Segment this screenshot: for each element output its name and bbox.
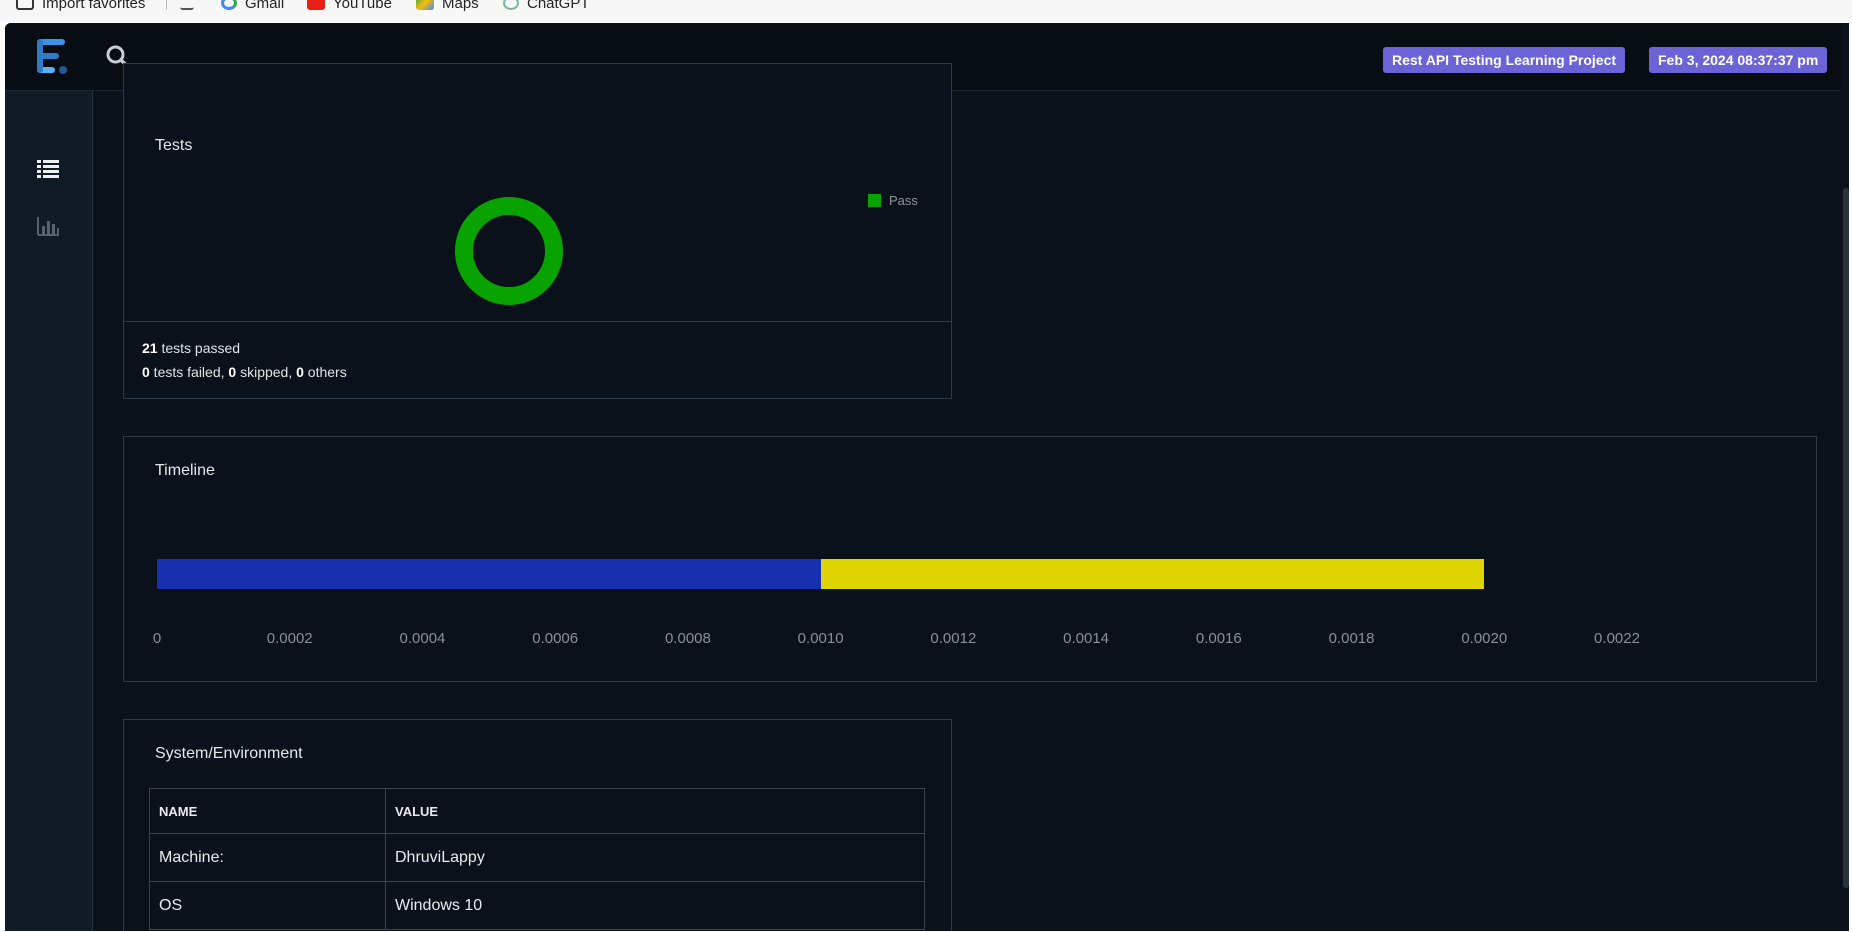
import-icon bbox=[16, 0, 34, 10]
tests-doughnut-chart bbox=[455, 197, 563, 305]
bookmark-maps[interactable]: Maps bbox=[416, 0, 479, 12]
tests-chart-legend[interactable]: Pass bbox=[868, 193, 918, 208]
project-name-badge: Rest API Testing Learning Project bbox=[1383, 47, 1626, 73]
report-date-badge: Feb 3, 2024 08:37:37 pm bbox=[1649, 47, 1828, 73]
bookmark-gmail[interactable]: Gmail bbox=[221, 0, 284, 12]
bar-chart-icon[interactable] bbox=[35, 215, 61, 237]
table-header-row: NAME VALUE bbox=[149, 788, 925, 834]
environment-card: System/Environment NAME VALUE Machine: D… bbox=[123, 719, 952, 931]
passed-label: tests passed bbox=[157, 340, 241, 356]
tests-card-title: Tests bbox=[155, 137, 193, 154]
bookmark-label: Import favorites bbox=[42, 0, 146, 12]
env-value-cell: Windows 10 bbox=[385, 881, 925, 930]
pass-slice bbox=[455, 197, 563, 305]
chatgpt-icon bbox=[503, 0, 519, 10]
timeline-bar-segment-1 bbox=[157, 559, 821, 589]
timeline-bar-segment-2 bbox=[820, 559, 1485, 589]
tests-passed-line: 21 tests passed bbox=[142, 336, 347, 360]
timeline-x-tick-label: 0.0022 bbox=[1594, 630, 1640, 647]
bookmark-separator bbox=[166, 0, 167, 10]
bookmark-youtube[interactable]: YouTube bbox=[307, 0, 392, 12]
bookmark-chatgpt[interactable]: ChatGPT bbox=[503, 0, 590, 12]
extent-logo-icon[interactable] bbox=[33, 35, 73, 79]
timeline-x-tick-label: 0.0004 bbox=[399, 630, 446, 647]
pass-legend-swatch bbox=[868, 194, 881, 207]
failed-label: tests failed, bbox=[149, 364, 229, 380]
others-label: others bbox=[303, 364, 347, 380]
report-app: Rest API Testing Learning Project Feb 3,… bbox=[5, 23, 1849, 931]
timeline-x-tick-label: 0.0008 bbox=[664, 630, 711, 647]
others-count: 0 bbox=[296, 364, 304, 380]
list-icon[interactable] bbox=[35, 157, 61, 179]
failed-count: 0 bbox=[142, 364, 150, 380]
key-icon bbox=[180, 0, 194, 10]
bookmark-label: Gmail bbox=[245, 0, 285, 12]
timeline-x-tick-label: 0.0014 bbox=[1063, 630, 1110, 647]
env-name-cell: Machine: bbox=[149, 833, 386, 882]
timeline-card: Timeline 0 0.0002 0.0004 0.0006 0.0008 0.0010… bbox=[123, 436, 1817, 682]
pass-legend-label: Pass bbox=[889, 193, 918, 208]
column-header-name: NAME bbox=[149, 788, 386, 834]
tests-card-divider bbox=[124, 321, 951, 322]
maps-icon bbox=[416, 0, 434, 10]
env-name-cell: OS bbox=[149, 881, 386, 930]
timeline-chart: 0 0.0002 0.0004 0.0006 0.0008 0.0010 0.0012 0.0… bbox=[153, 437, 1640, 683]
bookmark-label: YouTube bbox=[333, 0, 392, 12]
passed-count: 21 bbox=[142, 340, 158, 356]
bookmarks-bar: Import favorites Gmail YouTube Maps Chat… bbox=[0, 0, 1852, 22]
timeline-x-tick-label: 0.0002 bbox=[266, 630, 313, 647]
page-scrollbar[interactable] bbox=[1841, 23, 1849, 931]
timeline-x-tick-label: 0.0012 bbox=[930, 630, 977, 647]
youtube-icon bbox=[307, 0, 325, 10]
bookmark-label: Maps bbox=[442, 0, 479, 12]
timeline-x-tick-label: 0.0018 bbox=[1328, 630, 1375, 647]
tests-card: Tests Pass 21 tests passed 0 tests faile… bbox=[123, 63, 952, 399]
bookmark-import-favorites[interactable]: Import favorites bbox=[16, 0, 145, 12]
skipped-label: skipped, bbox=[236, 364, 297, 380]
tests-summary: 21 tests passed 0 tests failed, 0 skippe… bbox=[142, 336, 347, 384]
timeline-x-tick-label: 0.0010 bbox=[797, 630, 844, 647]
tests-failed-line: 0 tests failed, 0 skipped, 0 others bbox=[142, 360, 347, 384]
timeline-x-tick-label: 0 bbox=[152, 630, 162, 647]
sidebar bbox=[5, 91, 93, 931]
bookmark-label: ChatGPT bbox=[527, 0, 590, 12]
env-value-cell: DhruviLappy bbox=[385, 833, 925, 882]
table-row: Machine: DhruviLappy bbox=[149, 833, 925, 882]
bookmark-key[interactable] bbox=[180, 0, 194, 12]
column-header-value: VALUE bbox=[385, 788, 925, 834]
timeline-x-tick-label: 0.0006 bbox=[532, 630, 579, 647]
table-row: OS Windows 10 bbox=[149, 881, 925, 930]
timeline-x-tick-label: 0.0020 bbox=[1461, 630, 1508, 647]
timeline-x-tick-label: 0.0016 bbox=[1195, 630, 1242, 647]
google-icon bbox=[221, 0, 237, 10]
environment-card-title: System/Environment bbox=[155, 745, 303, 762]
environment-table: NAME VALUE Machine: DhruviLappy OS Windo… bbox=[149, 788, 925, 930]
scrollbar-thumb[interactable] bbox=[1843, 188, 1849, 888]
